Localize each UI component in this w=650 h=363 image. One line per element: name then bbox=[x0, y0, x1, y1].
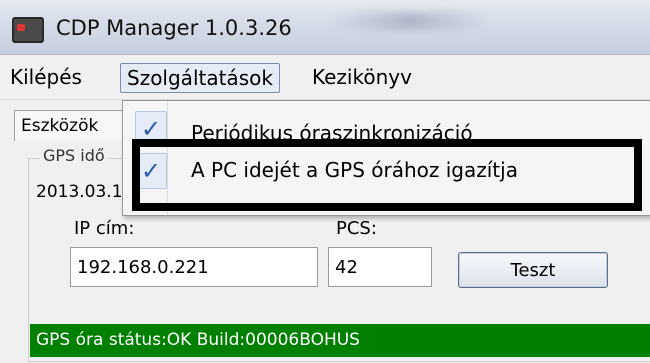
gps-group-title: GPS idő bbox=[40, 146, 108, 165]
menu-kezikonyv[interactable]: Kezikönyv bbox=[306, 62, 418, 92]
menu-kilepes[interactable]: Kilépés bbox=[4, 62, 88, 92]
pcs-input[interactable] bbox=[328, 247, 432, 287]
title-bar-blur bbox=[330, 12, 490, 30]
menu-szolgaltatasok[interactable]: Szolgáltatások bbox=[120, 63, 280, 93]
ip-label: IP cím: bbox=[74, 218, 135, 239]
gps-status-bar: GPS óra státus:OK Build:00006BOHUS bbox=[30, 324, 650, 357]
app-icon bbox=[12, 17, 44, 43]
pcs-label: PCS: bbox=[336, 218, 377, 239]
teszt-button[interactable]: Teszt bbox=[458, 252, 608, 288]
window-title: CDP Manager 1.0.3.26 bbox=[56, 16, 292, 40]
ip-input[interactable] bbox=[70, 247, 318, 287]
menu-bar: Kilépés Szolgáltatások Kezikönyv bbox=[0, 55, 650, 100]
highlight-annotation-box bbox=[132, 139, 642, 211]
title-bar[interactable]: CDP Manager 1.0.3.26 bbox=[0, 0, 650, 55]
